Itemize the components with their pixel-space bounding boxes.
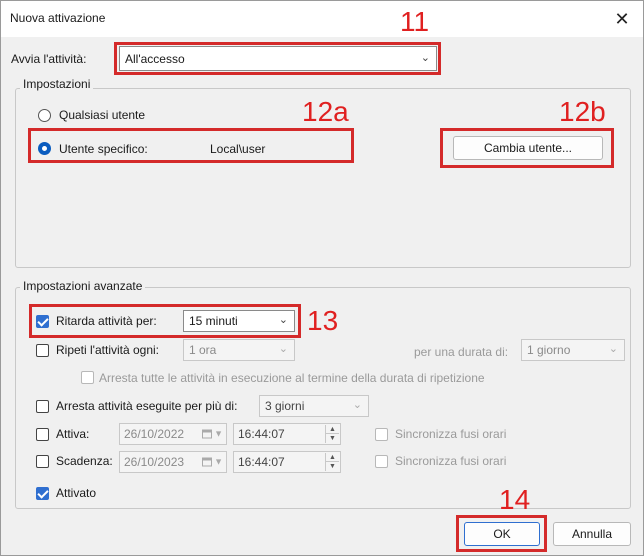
- chevron-down-icon: ⌄: [608, 342, 618, 355]
- stop-longer-label: Arresta attività eseguite per più di:: [56, 399, 238, 413]
- any-user-label: Qualsiasi utente: [59, 108, 146, 122]
- stop-longer-select[interactable]: 3 giorni ⌄: [259, 395, 369, 417]
- spin-up-icon[interactable]: ▲: [326, 453, 339, 462]
- time-spinner[interactable]: ▲ ▼: [325, 453, 339, 471]
- callout-number-14: 14: [499, 484, 531, 515]
- stop-longer-checkbox[interactable]: [36, 400, 49, 413]
- expire-checkbox[interactable]: [36, 455, 49, 468]
- activate-time-value: 16:44:07: [238, 427, 285, 441]
- title-bar: Nuova attivazione ✕: [1, 1, 643, 37]
- any-user-radio[interactable]: [38, 109, 51, 122]
- dialog-window: Nuova attivazione ✕ Avvia l'attività: Al…: [0, 0, 644, 556]
- time-spinner[interactable]: ▲ ▼: [325, 425, 339, 443]
- spin-down-icon[interactable]: ▼: [326, 462, 339, 471]
- expire-sync-checkbox[interactable]: [375, 455, 388, 468]
- repeat-checkbox[interactable]: [36, 344, 49, 357]
- expire-date-field[interactable]: 26/10/2023 ▼: [119, 451, 227, 473]
- repeat-interval-select[interactable]: 1 ora ⌄: [183, 339, 295, 361]
- callout-box-12a: [28, 128, 354, 163]
- repeat-label: Ripeti l'attività ogni:: [56, 343, 160, 357]
- callout-box-14: [456, 515, 547, 552]
- activate-date-value: 26/10/2022: [124, 427, 185, 441]
- close-icon[interactable]: ✕: [609, 6, 635, 32]
- callout-box-11: [114, 42, 441, 75]
- advanced-legend: Impostazioni avanzate: [20, 279, 146, 293]
- activate-time-field[interactable]: 16:44:07 ▲ ▼: [233, 423, 341, 445]
- activate-date-field[interactable]: 26/10/2022 ▼: [119, 423, 227, 445]
- callout-number-12a: 12a: [302, 96, 349, 127]
- stop-longer-value: 3 giorni: [265, 399, 305, 413]
- expire-label: Scadenza:: [56, 454, 113, 468]
- callout-box-13: [29, 304, 301, 338]
- stop-all-checkbox[interactable]: [81, 371, 94, 384]
- callout-box-12b: [440, 128, 614, 168]
- settings-legend: Impostazioni: [20, 77, 94, 91]
- chevron-down-icon: ▼: [214, 428, 223, 439]
- expire-time-field[interactable]: 16:44:07 ▲ ▼: [233, 451, 341, 473]
- start-label: Avvia l'attività:: [11, 52, 87, 66]
- stop-all-label: Arresta tutte le attività in esecuzione …: [99, 371, 485, 385]
- expire-date-value: 26/10/2023: [124, 455, 185, 469]
- cancel-button[interactable]: Annulla: [553, 522, 631, 546]
- calendar-icon[interactable]: [202, 457, 212, 467]
- callout-number-11: 11: [400, 6, 430, 37]
- repeat-duration-select[interactable]: 1 giorno ⌄: [521, 339, 625, 361]
- enabled-checkbox[interactable]: [36, 487, 49, 500]
- spin-down-icon[interactable]: ▼: [326, 434, 339, 443]
- spin-up-icon[interactable]: ▲: [326, 425, 339, 434]
- repeat-duration-label: per una durata di:: [414, 345, 509, 359]
- repeat-duration-value: 1 giorno: [527, 343, 571, 357]
- expire-sync-label: Sincronizza fusi orari: [395, 454, 507, 468]
- chevron-down-icon: ▼: [214, 456, 223, 467]
- callout-number-12b: 12b: [559, 96, 606, 127]
- enabled-label: Attivato: [56, 486, 97, 500]
- calendar-icon[interactable]: [202, 429, 212, 439]
- repeat-interval-value: 1 ora: [189, 343, 217, 357]
- activate-label: Attiva:: [56, 427, 90, 441]
- activate-sync-label: Sincronizza fusi orari: [395, 427, 507, 441]
- activate-checkbox[interactable]: [36, 428, 49, 441]
- expire-time-value: 16:44:07: [238, 455, 285, 469]
- callout-number-13: 13: [307, 305, 339, 336]
- activate-sync-checkbox[interactable]: [375, 428, 388, 441]
- chevron-down-icon: ⌄: [352, 398, 362, 411]
- cancel-button-label: Annulla: [571, 527, 613, 541]
- window-title: Nuova attivazione: [10, 11, 106, 25]
- chevron-down-icon: ⌄: [278, 342, 288, 355]
